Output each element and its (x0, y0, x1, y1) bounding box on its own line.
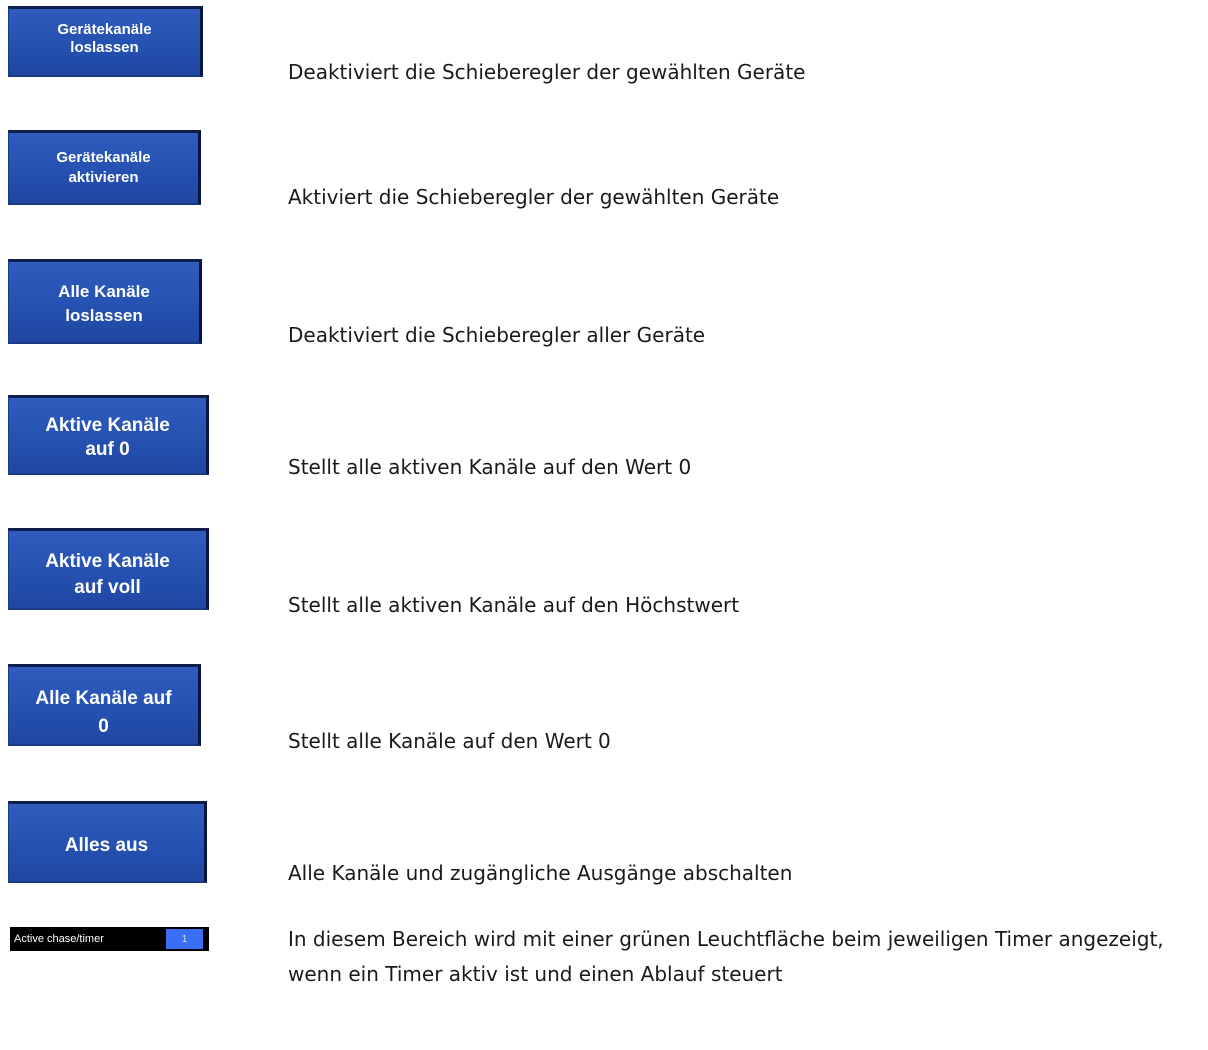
activate-device-channels-description: Aktiviert die Schieberegler der gewählte… (288, 185, 780, 209)
activate-device-channels-button[interactable]: Gerätekanäle aktivieren (8, 130, 201, 205)
timer-slot[interactable]: 1 (166, 929, 203, 949)
all-channels-zero-description: Stellt alle Kanäle auf den Wert 0 (288, 729, 611, 753)
active-channels-full-description: Stellt alle aktiven Kanäle auf den Höchs… (288, 593, 740, 617)
activate-device-channels-label: Gerätekanäle aktivieren (56, 149, 151, 186)
all-off-button[interactable]: Alles aus (8, 801, 207, 883)
active-channels-full-button[interactable]: Aktive Kanäle auf voll (8, 528, 209, 610)
active-channels-zero-label: Aktive Kanäle auf 0 (45, 415, 170, 460)
active-channels-zero-description: Stellt alle aktiven Kanäle auf den Wert … (288, 455, 692, 479)
release-all-channels-button[interactable]: Alle Kanäle loslassen (8, 259, 202, 344)
release-device-channels-button[interactable]: Gerätekanäle loslassen (8, 6, 203, 77)
active-channels-full-label: Aktive Kanäle auf voll (45, 551, 170, 598)
timer-description: In diesem Bereich wird mit einer grünen … (288, 927, 1164, 986)
all-off-description: Alle Kanäle und zugängliche Ausgänge abs… (288, 861, 793, 885)
all-off-label: Alles aus (64, 835, 149, 856)
release-all-channels-description: Deaktiviert die Schieberegler aller Gerä… (288, 323, 706, 347)
release-device-channels-label: Gerätekanäle loslassen (57, 21, 152, 56)
active-chase-timer-label: Active chase/timer (14, 933, 104, 945)
release-all-channels-label: Alle Kanäle loslassen (58, 282, 150, 325)
all-channels-zero-button[interactable]: Alle Kanäle auf 0 (8, 664, 201, 746)
active-channels-zero-button[interactable]: Aktive Kanäle auf 0 (8, 395, 209, 475)
all-channels-zero-label: Alle Kanäle auf 0 (35, 688, 172, 737)
active-chase-timer-bar: Active chase/timer 1 (10, 927, 209, 951)
release-device-channels-description: Deaktiviert die Schieberegler der gewähl… (288, 60, 806, 84)
